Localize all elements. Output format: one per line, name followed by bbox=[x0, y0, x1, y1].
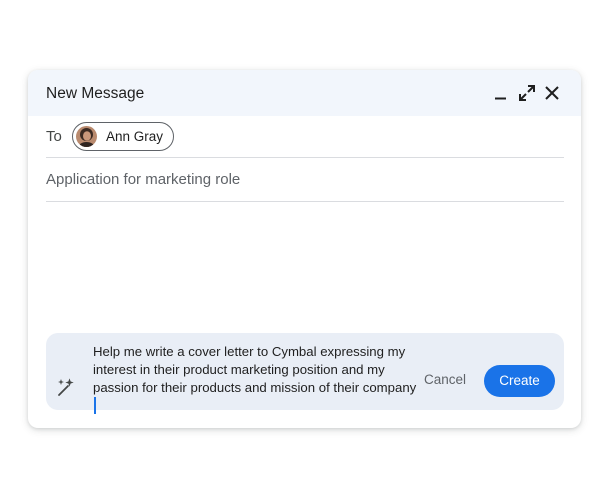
close-icon[interactable] bbox=[542, 83, 562, 103]
text-cursor bbox=[94, 397, 96, 414]
compose-window: New Message To Ann Gray Application for … bbox=[28, 70, 581, 428]
compose-header: New Message bbox=[28, 70, 581, 116]
compose-title: New Message bbox=[46, 85, 145, 102]
prompt-text: Help me write a cover letter to Cymbal e… bbox=[93, 344, 417, 395]
expand-icon[interactable] bbox=[517, 83, 537, 103]
avatar bbox=[76, 126, 97, 147]
magic-wand-icon bbox=[55, 377, 76, 398]
minimize-icon[interactable] bbox=[491, 83, 511, 103]
prompt-input[interactable]: Help me write a cover letter to Cymbal e… bbox=[93, 343, 419, 416]
to-label: To bbox=[46, 128, 62, 145]
subject-text: Application for marketing role bbox=[46, 171, 241, 188]
create-button[interactable]: Create bbox=[484, 365, 555, 397]
help-me-write-panel: Help me write a cover letter to Cymbal e… bbox=[46, 333, 564, 414]
cancel-button[interactable]: Cancel bbox=[424, 372, 466, 387]
to-field-row[interactable]: To Ann Gray bbox=[46, 116, 564, 158]
subject-field[interactable]: Application for marketing role bbox=[46, 158, 564, 202]
recipient-name: Ann Gray bbox=[106, 129, 164, 144]
recipient-chip[interactable]: Ann Gray bbox=[72, 122, 174, 151]
